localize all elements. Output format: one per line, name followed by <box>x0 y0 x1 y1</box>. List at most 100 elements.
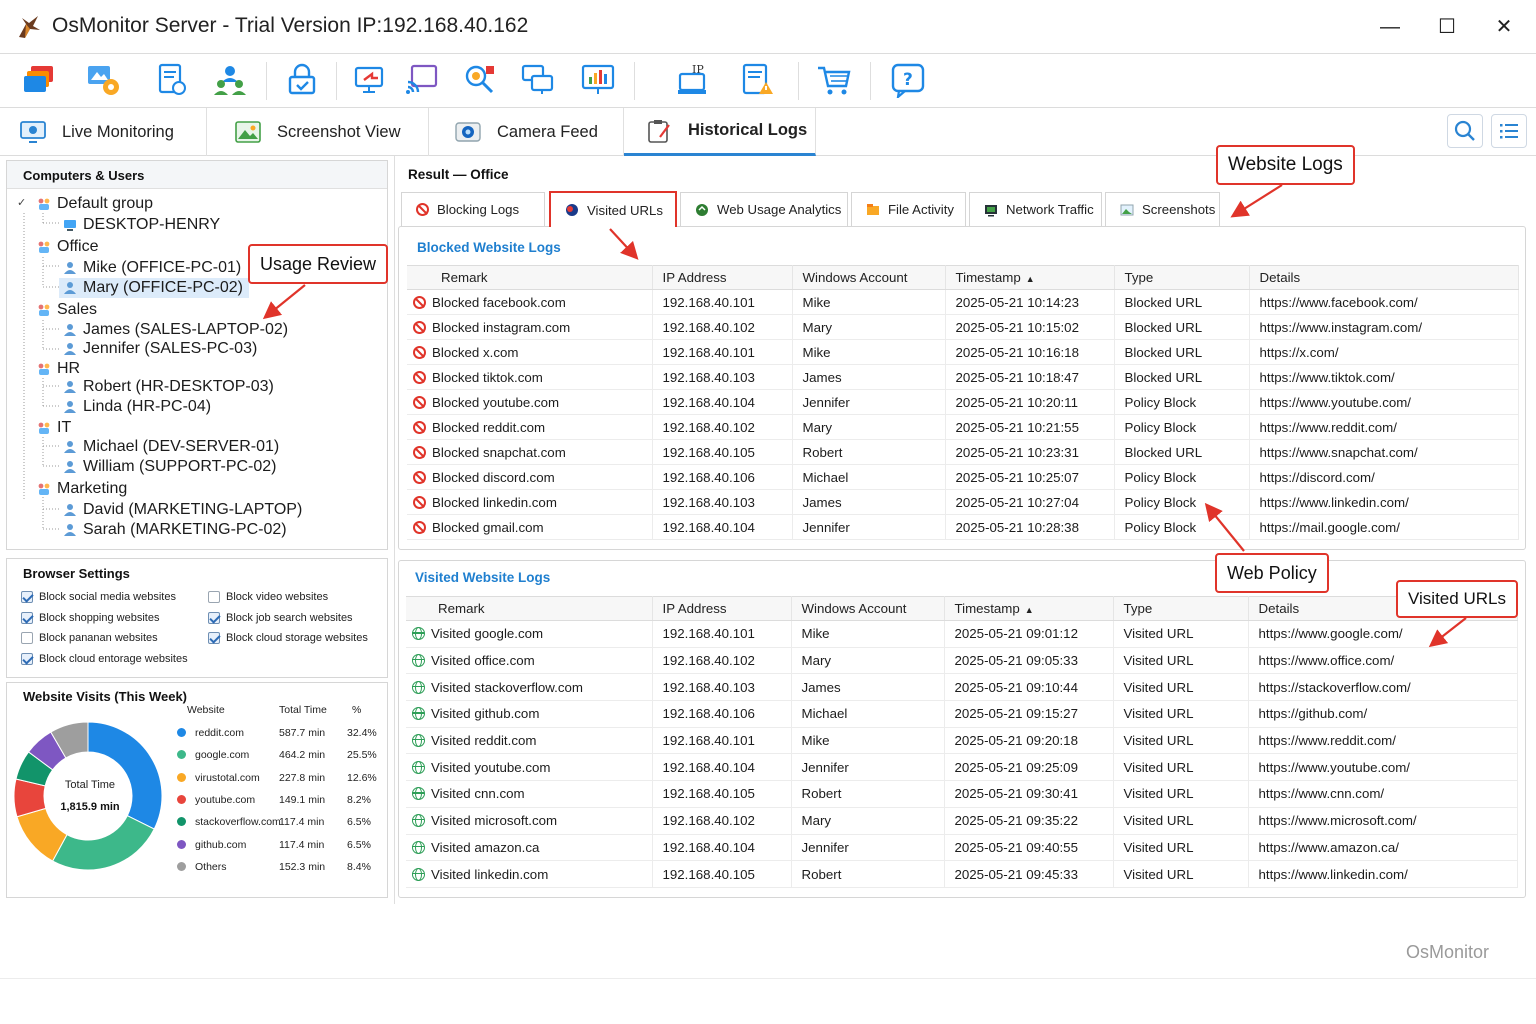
tree-item-user[interactable]: Linda (HR-PC-04) <box>63 398 211 416</box>
tab-live-monitoring[interactable]: Live Monitoring <box>20 108 207 156</box>
table-row[interactable]: Blocked tiktok.com 192.168.40.103 James 202… <box>407 364 1519 390</box>
column-header-type[interactable]: Type <box>1114 265 1250 290</box>
subtab-screenshots[interactable]: Screenshots <box>1105 192 1220 226</box>
table-row[interactable]: Blocked discord.com 192.168.40.106 Michael… <box>407 464 1519 490</box>
table-row[interactable]: Visited stackoverflow.com 192.168.40.103 J… <box>406 673 1518 702</box>
tab-historical-logs[interactable]: Historical Logs <box>624 108 816 156</box>
tree-item-user[interactable]: David (MARKETING-LAPTOP) <box>63 501 302 519</box>
table-row[interactable]: Visited cnn.com 192.168.40.105 Robert 2025-… <box>406 780 1518 808</box>
maximize-button[interactable]: ☐ <box>1434 14 1460 40</box>
table-row[interactable]: Visited google.com 192.168.40.101 Mike 2025… <box>406 620 1518 648</box>
search-screen-icon[interactable] <box>462 62 498 98</box>
search-button[interactable] <box>1447 114 1483 148</box>
table-row[interactable]: Blocked instagram.com 192.168.40.102 Mary 2… <box>407 314 1519 340</box>
table-row[interactable]: Blocked gmail.com 192.168.40.104 Jennifer 2… <box>407 514 1519 540</box>
tree-group-it[interactable]: IT <box>37 419 71 437</box>
checkbox-shopping[interactable]: Block shopping websites <box>21 612 159 624</box>
splitter[interactable] <box>394 156 395 904</box>
tab-screenshot-view[interactable]: Screenshot View <box>235 108 429 156</box>
table-row[interactable]: Visited reddit.com 192.168.40.101 Mike 2025… <box>406 727 1518 755</box>
table-row[interactable]: Blocked reddit.com 192.168.40.102 Mary 2025… <box>407 414 1519 440</box>
checkbox-cloud-entorage[interactable]: Block cloud entorage websites <box>21 653 188 665</box>
user-icon <box>64 461 76 473</box>
cell-timestamp: 2025-05-21 09:40:55 <box>944 834 1114 862</box>
tree-item-user-selected[interactable]: Mary (OFFICE-PC-02) <box>59 278 249 298</box>
help-icon[interactable]: ? <box>890 62 926 98</box>
expand-chevron-icon[interactable]: ✓ <box>17 196 26 209</box>
column-header-account[interactable]: Windows Account <box>792 265 946 290</box>
checkbox-cloud-storage[interactable]: Block cloud storage websites <box>208 632 368 644</box>
lock-icon[interactable] <box>284 62 320 98</box>
checkbox[interactable] <box>208 612 220 624</box>
user-icon <box>64 524 76 536</box>
subtab-visited-urls[interactable]: Visited URLs <box>549 191 677 227</box>
table-row[interactable]: Visited youtube.com 192.168.40.104 Jennife… <box>406 753 1518 782</box>
list-view-button[interactable] <box>1491 114 1527 148</box>
tree-group-office[interactable]: Office <box>37 238 99 256</box>
subtab-file-activity[interactable]: File Activity <box>851 192 966 226</box>
policy-icon[interactable] <box>154 62 190 98</box>
tree-group-marketing[interactable]: Marketing <box>37 480 127 498</box>
broadcast-icon[interactable] <box>404 62 440 98</box>
tree-item-user[interactable]: Jennifer (SALES-PC-03) <box>63 340 257 358</box>
subtab-web-usage-analytics[interactable]: Web Usage Analytics <box>680 192 848 226</box>
column-header-type[interactable]: Type <box>1113 596 1249 621</box>
checkbox[interactable] <box>21 591 33 603</box>
block-icon <box>413 395 426 409</box>
table-row[interactable]: Blocked youtube.com 192.168.40.104 Jennife… <box>407 389 1519 415</box>
remote-icon[interactable] <box>352 62 388 98</box>
multi-screen-icon[interactable] <box>520 62 556 98</box>
column-header-remark[interactable]: Remark <box>406 596 653 621</box>
column-header-remark[interactable]: Remark <box>407 265 653 290</box>
column-header-timestamp[interactable]: Timestamp ▲ <box>944 596 1114 621</box>
subtab-network-traffic[interactable]: Network Traffic <box>969 192 1102 226</box>
checkbox-job-search[interactable]: Block job search websites <box>208 612 353 624</box>
ip-monitor-icon[interactable]: IP <box>676 62 712 98</box>
checkbox[interactable] <box>208 591 220 603</box>
settings-icon[interactable] <box>86 62 122 98</box>
table-row[interactable]: Blocked facebook.com 192.168.40.101 Mike 20… <box>407 289 1519 315</box>
tree-item-user[interactable]: Michael (DEV-SERVER-01) <box>63 438 279 456</box>
subtab-blocking-logs[interactable]: Blocking Logs <box>401 192 545 226</box>
tree-group-default[interactable]: Default group <box>37 195 153 213</box>
report-icon[interactable] <box>580 62 616 98</box>
table-row[interactable]: Visited linkedin.com 192.168.40.105 Robert… <box>406 860 1518 888</box>
tree-group-hr[interactable]: HR <box>37 360 80 378</box>
users-icon[interactable] <box>212 62 248 98</box>
table-row[interactable]: Visited office.com 192.168.40.102 Mary 2025… <box>406 647 1518 675</box>
tree-item-user[interactable]: Robert (HR-DESKTOP-03) <box>63 378 274 396</box>
checkbox-pananan[interactable]: Block pananan websites <box>21 632 158 644</box>
column-header-account[interactable]: Windows Account <box>791 596 945 621</box>
column-header-timestamp[interactable]: Timestamp ▲ <box>945 265 1115 290</box>
table-row[interactable]: Blocked linkedin.com 192.168.40.103 James 2… <box>407 489 1519 515</box>
alert-log-icon[interactable] <box>740 62 776 98</box>
tree-item-computer[interactable]: DESKTOP-HENRY <box>63 216 220 234</box>
globe-icon <box>412 787 425 801</box>
table-row[interactable]: Blocked snapchat.com 192.168.40.105 Robert… <box>407 439 1519 465</box>
table-row[interactable]: Blocked x.com 192.168.40.101 Mike 2025-05-2… <box>407 339 1519 365</box>
checkbox[interactable] <box>21 653 33 665</box>
minimize-button[interactable]: — <box>1377 14 1403 40</box>
close-button[interactable]: ✕ <box>1491 14 1517 40</box>
cell-type: Policy Block <box>1114 489 1250 515</box>
checkbox[interactable] <box>208 632 220 644</box>
checkbox-social-media[interactable]: Block social media websites <box>21 591 176 603</box>
tree-item-user[interactable]: James (SALES-LAPTOP-02) <box>63 321 288 339</box>
checkbox-video[interactable]: Block video websites <box>208 591 328 603</box>
table-row[interactable]: Visited github.com 192.168.40.106 Michael 2… <box>406 700 1518 728</box>
column-header-ip[interactable]: IP Address <box>652 596 792 621</box>
checkbox[interactable] <box>21 632 33 644</box>
tree-item-user[interactable]: Mike (OFFICE-PC-01) <box>63 259 241 277</box>
tree-item-user[interactable]: Sarah (MARKETING-PC-02) <box>63 521 287 539</box>
cell-details: https://www.reddit.com/ <box>1249 414 1519 440</box>
tree-group-sales[interactable]: Sales <box>37 301 97 319</box>
column-header-details[interactable]: Details <box>1249 265 1519 290</box>
monitors-icon[interactable] <box>22 62 58 98</box>
table-row[interactable]: Visited microsoft.com 192.168.40.102 Mary 2… <box>406 807 1518 835</box>
tab-camera-feed[interactable]: Camera Feed <box>455 108 624 156</box>
checkbox[interactable] <box>21 612 33 624</box>
column-header-ip[interactable]: IP Address <box>652 265 793 290</box>
table-row[interactable]: Visited amazon.ca 192.168.40.104 Jennifer 2… <box>406 834 1518 862</box>
tree-item-user[interactable]: William (SUPPORT-PC-02) <box>63 458 277 476</box>
cart-icon[interactable] <box>816 62 852 98</box>
